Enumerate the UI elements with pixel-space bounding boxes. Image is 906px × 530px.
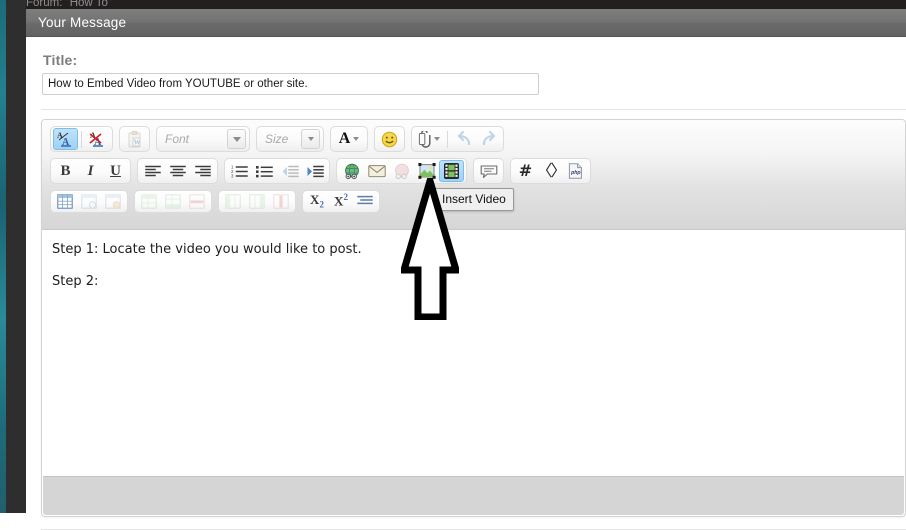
insert-link-icon[interactable] <box>339 160 364 182</box>
title-field-label: Title: <box>43 52 78 68</box>
underline-icon[interactable]: U <box>103 160 128 182</box>
toolbar-group-code: # 〈〉 php <box>510 158 591 184</box>
align-right-icon[interactable] <box>190 160 215 182</box>
top-dark-bar <box>26 0 906 9</box>
insert-php-icon[interactable]: php <box>563 160 588 182</box>
delete-row-icon[interactable] <box>185 191 209 211</box>
unordered-list-icon[interactable] <box>252 160 277 182</box>
toolbar-group-text-style: B I U <box>50 158 131 184</box>
superscript-icon[interactable]: X2 <box>329 191 353 211</box>
subscript-icon[interactable]: X2 <box>305 191 329 211</box>
toolbar-group-spelling: A A A A <box>50 126 113 152</box>
font-family-value: Font <box>165 132 190 146</box>
insert-code-icon[interactable]: 〈〉 <box>537 160 567 182</box>
delete-table-icon[interactable] <box>101 191 125 211</box>
svg-text:3: 3 <box>231 173 234 178</box>
paragraph-format-icon[interactable] <box>353 191 377 211</box>
redo-icon[interactable] <box>476 128 501 150</box>
editor-status-bar <box>43 476 904 515</box>
insert-row-after-icon[interactable] <box>161 191 185 211</box>
insert-table-icon[interactable] <box>53 191 77 211</box>
editor-toolbars: A A A A W Font Size A B I U 1 2 3 # 〈〉 p… <box>42 120 905 230</box>
ordered-list-icon[interactable]: 123 <box>227 160 252 182</box>
toolbar-separator <box>81 130 82 148</box>
title-input[interactable] <box>42 73 539 95</box>
chevron-down-icon[interactable] <box>301 129 320 149</box>
toolbar-row-1: A A A A W Font Size A <box>42 123 905 155</box>
insert-quote-icon[interactable] <box>476 160 501 182</box>
panel-body: Title: A A <box>26 37 906 530</box>
message-body-editable[interactable]: Step 1: Locate the video you would like … <box>43 231 904 477</box>
toolbar-group-attach-history <box>411 126 504 152</box>
font-size-value: Size <box>265 132 289 146</box>
insert-video-icon[interactable] <box>439 160 464 182</box>
chevron-down-icon[interactable] <box>227 129 246 149</box>
insert-column-before-icon[interactable] <box>221 191 245 211</box>
svg-text:php: php <box>570 170 581 176</box>
body-line-1: Step 1: Locate the video you would like … <box>52 242 362 257</box>
insert-hash-icon[interactable]: # <box>513 160 538 182</box>
outdent-icon[interactable] <box>277 160 302 182</box>
indent-icon[interactable] <box>302 160 327 182</box>
toolbar-group-emoticon <box>374 126 405 152</box>
font-color-icon[interactable]: A <box>333 128 365 150</box>
toolbar-group-table <box>50 189 128 213</box>
font-family-select[interactable]: Font <box>156 126 250 152</box>
toolbar-row-2: B I U 1 2 3 # 〈〉 php <box>42 155 905 187</box>
breadcrumb[interactable]: Forum: "How To" <box>26 0 112 9</box>
toolbar-group-script: X2 X2 <box>302 189 380 213</box>
insert-email-icon[interactable] <box>364 160 389 182</box>
remove-formatting-icon[interactable]: A A <box>85 128 110 150</box>
toolbar-group-alignment <box>137 158 218 184</box>
body-line-2: Step 2: <box>52 274 99 289</box>
toolbar-separator <box>447 130 448 148</box>
message-panel: Your Message Title: A A <box>26 9 906 530</box>
table-properties-icon[interactable] <box>77 191 101 211</box>
remove-link-icon[interactable] <box>389 160 414 182</box>
panel-header-title: Your Message <box>26 9 906 37</box>
toolbar-group-quote <box>473 158 504 184</box>
align-left-icon[interactable] <box>140 160 165 182</box>
insert-column-after-icon[interactable] <box>245 191 269 211</box>
insert-video-tooltip: Insert Video <box>434 188 514 211</box>
insert-image-icon[interactable] <box>414 160 439 182</box>
emoticon-icon[interactable] <box>377 128 402 150</box>
spellcheck-icon[interactable]: A A <box>53 128 78 150</box>
bold-icon[interactable]: B <box>53 160 78 182</box>
toolbar-group-table-rows <box>134 189 212 213</box>
italic-icon[interactable]: I <box>78 160 103 182</box>
toolbar-group-table-columns <box>218 189 296 213</box>
toolbar-group-paste: W <box>119 126 150 152</box>
paste-from-word-icon[interactable]: W <box>122 128 147 150</box>
rich-text-editor: A A A A W Font Size A B I U 1 2 3 # 〈〉 p… <box>41 119 906 517</box>
delete-column-icon[interactable] <box>269 191 293 211</box>
toolbar-group-font-color: A <box>330 126 368 152</box>
page-root: Forum: "How To" Your Message Title: A <box>0 0 906 530</box>
divider-under-title <box>41 109 906 110</box>
undo-icon[interactable] <box>451 128 476 150</box>
insert-row-before-icon[interactable] <box>137 191 161 211</box>
align-center-icon[interactable] <box>165 160 190 182</box>
left-dark-sidebar <box>6 0 27 513</box>
svg-text:W: W <box>133 138 140 146</box>
attachment-icon[interactable] <box>414 128 444 150</box>
toolbar-group-media <box>336 158 467 184</box>
toolbar-group-lists: 123 <box>224 158 330 184</box>
font-size-select[interactable]: Size <box>256 126 324 152</box>
